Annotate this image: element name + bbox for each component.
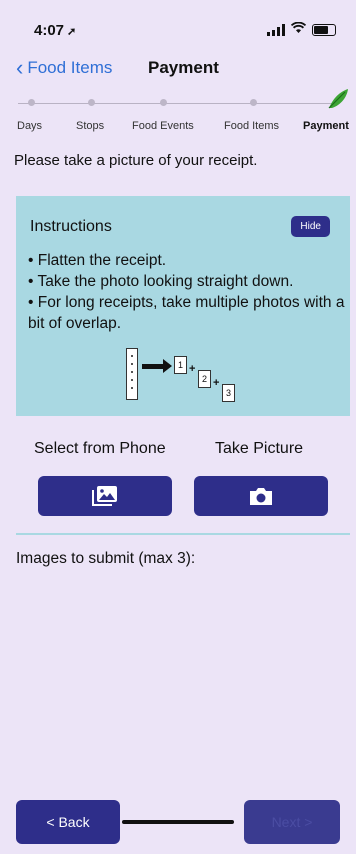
status-icons [267,21,336,36]
navigation-bar: ‹ Food Items Payment [0,52,356,86]
receipt-split-diagram: 1 + 2 + 3 [124,348,274,408]
wifi-icon [290,21,307,36]
step-label-food-items: Food Items [224,120,280,132]
leaf-icon [328,89,348,109]
home-indicator [122,820,234,824]
images-to-submit-label: Images to submit (max 3): [16,550,196,567]
instructions-panel: Instructions Hide • Flatten the receipt.… [16,196,350,416]
step-label-stops: Stops [76,120,105,132]
step-dot-days [28,99,35,106]
step-label-food-events: Food Events [132,120,194,132]
select-from-phone-button[interactable] [38,476,172,516]
back-to-food-items-link[interactable]: ‹ Food Items [16,55,113,80]
gallery-icon [92,486,117,506]
take-picture-label: Take Picture [215,440,304,457]
progress-stepper: Days Stops Food Events Food Items Paymen… [0,89,356,140]
select-from-phone-label: Select from Phone [34,440,166,457]
hide-instructions-button[interactable]: Hide [291,216,330,237]
arrow-right-icon [142,359,172,373]
instruction-item: • Take the photo looking straight down. [28,273,294,290]
step-dot-food-items [250,99,257,106]
instruction-item: • Flatten the receipt. [28,252,167,269]
back-button[interactable]: < Back [16,800,120,844]
instruction-item: • For long receipts, take multiple photo… [28,294,345,332]
section-divider [16,533,350,535]
bottom-bar: < Back Next > [0,796,356,854]
status-time: 4:07 ➚ [34,22,76,39]
next-button[interactable]: Next > [244,800,340,844]
status-bar: 4:07 ➚ [0,0,356,44]
receipt-prompt: Please take a picture of your receipt. [14,152,258,169]
step-label-payment: Payment [303,120,349,132]
receipt-piece-1: 1 [174,356,187,374]
page-title: Payment [148,58,219,77]
back-link-label: Food Items [27,58,113,77]
instructions-title: Instructions [30,218,112,235]
instructions-list: • Flatten the receipt. • Take the photo … [28,250,346,334]
chevron-left-icon: ‹ [16,55,24,80]
stepper-line [18,103,336,104]
location-icon: ➚ [67,26,77,38]
battery-icon [312,24,336,36]
plus-sign: + [189,363,196,375]
long-receipt-icon [126,348,138,400]
take-picture-button[interactable] [194,476,328,516]
step-dot-stops [88,99,95,106]
step-dot-food-events [160,99,167,106]
plus-sign: + [213,377,220,389]
step-label-days: Days [17,120,43,132]
signal-icon [267,24,285,36]
camera-icon [250,488,272,505]
receipt-piece-3: 3 [222,384,235,402]
time-text: 4:07 [34,22,65,39]
receipt-piece-2: 2 [198,370,211,388]
